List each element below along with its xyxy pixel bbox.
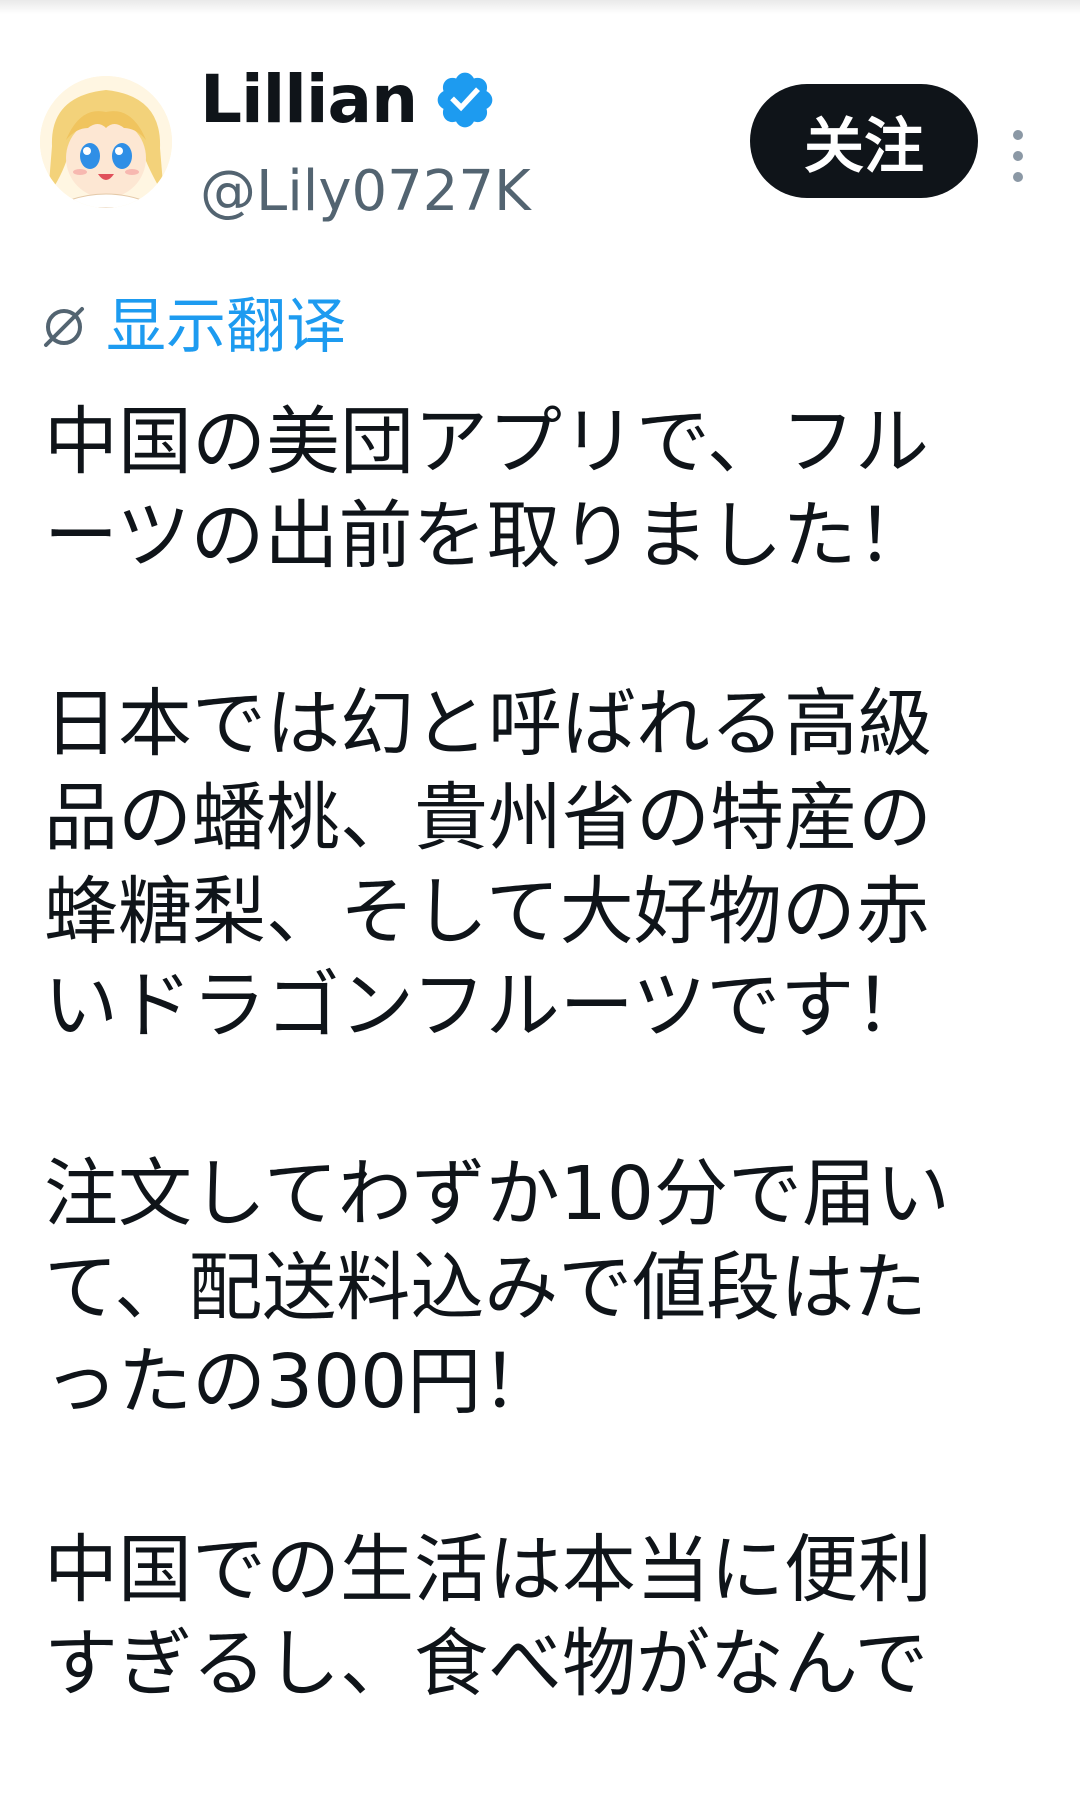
more-dot — [1013, 151, 1023, 161]
tweet-line: て、配送料込みで値段はた — [44, 1245, 927, 1331]
avatar[interactable] — [40, 76, 172, 208]
tweet-paragraph: 中国の美団アプリで、フル ーツの出前を取りました！ — [44, 395, 1034, 583]
show-translation-label[interactable]: 显示翻译 — [106, 290, 346, 364]
tweet-line: 蜂糖梨、そして大好物の赤 — [44, 869, 930, 955]
tweet-line: 日本では幻と呼ばれる高級 — [44, 681, 932, 767]
more-dot — [1013, 172, 1023, 182]
display-name[interactable]: Lillian — [200, 60, 418, 140]
tweet-line: いドラゴンフルーツです！ — [44, 963, 929, 1049]
user-handle[interactable]: @Lily0727K — [200, 160, 531, 224]
tweet-line: ったの300円！ — [44, 1339, 556, 1425]
globe-slash-icon — [44, 307, 84, 347]
more-options-button[interactable] — [1000, 116, 1036, 196]
tweet-paragraph: 中国での生活は本当に便利 すぎるし、食べ物がなんで — [44, 1523, 1034, 1711]
tweet-line: 中国の美団アプリで、フル — [44, 399, 930, 485]
tweet-line: ーツの出前を取りました！ — [44, 493, 931, 579]
tweet-line: 品の蟠桃、貴州省の特産の — [44, 775, 932, 861]
tweet-paragraph: 日本では幻と呼ばれる高級 品の蟠桃、貴州省の特産の 蜂糖梨、そして大好物の赤 い… — [44, 677, 1034, 1053]
tweet-header: Lillian @Lily0727K 关注 — [0, 60, 1080, 230]
tweet-text: 中国の美団アプリで、フル ーツの出前を取りました！ 日本では幻と呼ばれる高級 品… — [44, 395, 1034, 1805]
tweet-paragraph: 注文してわずか10分で届い て、配送料込みで値段はた ったの300円！ — [44, 1147, 1034, 1429]
name-row: Lillian — [200, 60, 497, 140]
tweet-line: すぎるし、食べ物がなんで — [44, 1621, 929, 1707]
avatar-image — [40, 76, 172, 208]
follow-button[interactable]: 关注 — [750, 84, 978, 198]
verified-badge-icon — [437, 72, 493, 128]
show-translation-link[interactable]: 显示翻译 — [40, 290, 346, 364]
top-edge-shadow — [0, 0, 1080, 14]
tweet-line: 注文してわずか10分で届い — [44, 1151, 950, 1237]
tweet-line: 中国での生活は本当に便利 — [44, 1527, 932, 1613]
more-dot — [1013, 130, 1023, 140]
